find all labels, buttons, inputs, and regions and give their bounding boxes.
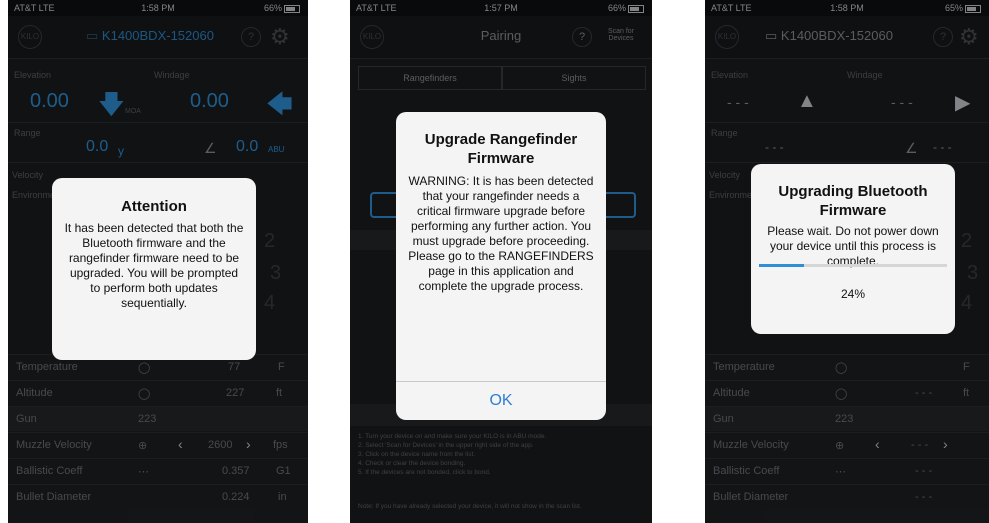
alert-message: WARNING: It is has been detected that yo… <box>408 174 594 293</box>
progress-percent: 24% <box>840 287 866 301</box>
upgrade-rangefinder-alert: Upgrade Rangefinder Firmware WARNING: It… <box>396 112 606 420</box>
ok-button[interactable]: OK <box>396 381 606 420</box>
progress-track <box>759 264 947 267</box>
alert-message: Please wait. Do not power down your devi… <box>767 224 939 268</box>
phone-screen-upgrading: AT&T LTE 1:58 PM 65% KILO ▭ K1400BDX-152… <box>705 0 989 523</box>
alert-message: It has been detected that both the Bluet… <box>64 221 244 310</box>
alert-title: Attention <box>121 198 187 215</box>
alert-title: Upgrade Rangefinder Firmware <box>424 131 578 167</box>
alert-title: Upgrading Bluetooth Firmware <box>778 183 928 219</box>
phone-screen-attention: AT&T LTE 1:58 PM 66% KILO ▭ K1400BDX-152… <box>8 0 308 523</box>
phone-screen-pairing: AT&T LTE 1:57 PM 66% KILO Pairing ? Scan… <box>350 0 652 523</box>
upgrading-bluetooth-alert: Upgrading Bluetooth Firmware Please wait… <box>751 164 955 334</box>
progress-fill <box>759 264 805 267</box>
attention-alert: Attention It has been detected that both… <box>52 178 256 360</box>
